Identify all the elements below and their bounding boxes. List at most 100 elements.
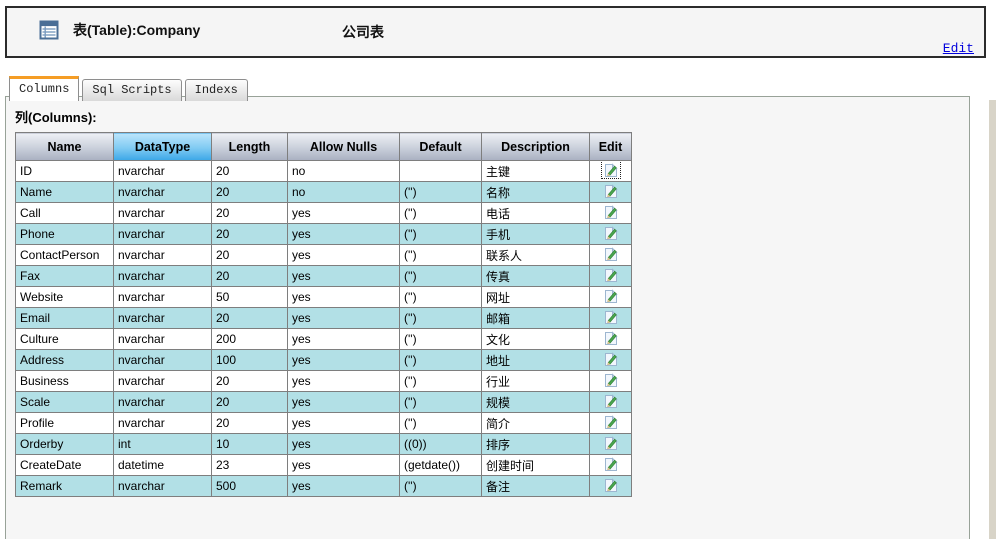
- cell-allow_nulls: yes: [287, 370, 400, 392]
- tab-strip: Columns Sql Scripts Indexs: [9, 76, 248, 101]
- table-row: Website nvarchar 50 yes ('') 网址: [15, 286, 632, 308]
- column-header-description: Description: [481, 132, 590, 161]
- cell-description: 名称: [481, 181, 590, 203]
- column-header-edit: Edit: [589, 132, 632, 161]
- cell-name: Fax: [15, 265, 114, 287]
- cell-allow_nulls: no: [287, 181, 400, 203]
- edit-row-icon[interactable]: [602, 204, 620, 221]
- cell-name: Call: [15, 202, 114, 224]
- cell-datatype: nvarchar: [113, 370, 212, 392]
- cell-description: 创建时间: [481, 454, 590, 476]
- cell-length: 20: [211, 202, 288, 224]
- edit-row-icon[interactable]: [602, 288, 620, 305]
- edit-row-icon[interactable]: [602, 393, 620, 410]
- cell-datatype: nvarchar: [113, 475, 212, 497]
- cell-allow_nulls: yes: [287, 475, 400, 497]
- cell-length: 20: [211, 160, 288, 182]
- cell-default: (''): [399, 391, 482, 413]
- cell-allow_nulls: yes: [287, 286, 400, 308]
- edit-row-icon[interactable]: [602, 435, 620, 452]
- edit-row-icon[interactable]: [602, 330, 620, 347]
- table-description: 公司表: [342, 24, 384, 40]
- cell-default: (getdate()): [399, 454, 482, 476]
- edit-row-icon[interactable]: [602, 477, 620, 494]
- edit-cell: [589, 349, 632, 371]
- column-header-name: Name: [15, 132, 114, 161]
- edit-cell: [589, 223, 632, 245]
- cell-datatype: nvarchar: [113, 286, 212, 308]
- cell-description: 地址: [481, 349, 590, 371]
- cell-description: 规模: [481, 391, 590, 413]
- edit-cell: [589, 265, 632, 287]
- cell-allow_nulls: yes: [287, 223, 400, 245]
- edit-cell: [589, 286, 632, 308]
- edit-cell: [589, 244, 632, 266]
- table-row: ContactPerson nvarchar 20 yes ('') 联系人: [15, 244, 632, 266]
- table-row: Remark nvarchar 500 yes ('') 备注: [15, 475, 632, 497]
- table-row: Name nvarchar 20 no ('') 名称: [15, 181, 632, 203]
- cell-description: 行业: [481, 370, 590, 392]
- cell-length: 20: [211, 391, 288, 413]
- cell-default: (''): [399, 328, 482, 350]
- cell-length: 100: [211, 349, 288, 371]
- table-row: Phone nvarchar 20 yes ('') 手机: [15, 223, 632, 245]
- cell-default: (''): [399, 202, 482, 224]
- edit-row-icon[interactable]: [602, 351, 620, 368]
- column-headers-row: Name DataType Length Allow Nulls Default Desc…: [15, 132, 632, 161]
- edit-row-icon[interactable]: [602, 372, 620, 389]
- page-title: 表(Table):Company: [73, 22, 201, 38]
- cell-name: Address: [15, 349, 114, 371]
- cell-datatype: nvarchar: [113, 412, 212, 434]
- tab-sql-scripts[interactable]: Sql Scripts: [82, 79, 182, 101]
- edit-cell: [589, 160, 632, 182]
- table-row: Address nvarchar 100 yes ('') 地址: [15, 349, 632, 371]
- cell-description: 联系人: [481, 244, 590, 266]
- edit-row-icon[interactable]: [600, 161, 621, 179]
- cell-length: 500: [211, 475, 288, 497]
- edit-row-icon[interactable]: [602, 267, 620, 284]
- cell-default: (''): [399, 223, 482, 245]
- tab-columns[interactable]: Columns: [9, 76, 80, 101]
- table-row: Orderby int 10 yes ((0)) 排序: [15, 433, 632, 455]
- edit-row-icon[interactable]: [602, 309, 620, 326]
- column-header-length: Length: [211, 132, 288, 161]
- cell-datatype: datetime: [113, 454, 212, 476]
- cell-allow_nulls: no: [287, 160, 400, 182]
- cell-name: Business: [15, 370, 114, 392]
- cell-name: Website: [15, 286, 114, 308]
- cell-name: Profile: [15, 412, 114, 434]
- cell-datatype: nvarchar: [113, 223, 212, 245]
- table-row: Email nvarchar 20 yes ('') 邮箱: [15, 307, 632, 329]
- cell-length: 20: [211, 244, 288, 266]
- cell-datatype: nvarchar: [113, 307, 212, 329]
- columns-table-body: ID nvarchar 20 no 主键 Name nvarchar 20 no ('') 名称 Ca…: [15, 160, 632, 497]
- cell-description: 主键: [481, 160, 590, 182]
- cell-length: 20: [211, 307, 288, 329]
- edit-cell: [589, 412, 632, 434]
- cell-datatype: nvarchar: [113, 328, 212, 350]
- cell-default: (''): [399, 475, 482, 497]
- cell-default: ((0)): [399, 433, 482, 455]
- columns-table: Name DataType Length Allow Nulls Default Desc…: [15, 132, 632, 497]
- cell-allow_nulls: yes: [287, 265, 400, 287]
- column-header-allow-nulls: Allow Nulls: [287, 132, 400, 161]
- edit-row-icon[interactable]: [602, 183, 620, 200]
- edit-row-icon[interactable]: [602, 246, 620, 263]
- cell-description: 传真: [481, 265, 590, 287]
- cell-datatype: int: [113, 433, 212, 455]
- cell-description: 邮箱: [481, 307, 590, 329]
- edit-cell: [589, 370, 632, 392]
- cell-allow_nulls: yes: [287, 412, 400, 434]
- cell-allow_nulls: yes: [287, 391, 400, 413]
- window-edge-strip: [989, 100, 996, 539]
- cell-datatype: nvarchar: [113, 202, 212, 224]
- columns-section-label: 列(Columns):: [15, 110, 97, 125]
- edit-row-icon[interactable]: [602, 414, 620, 431]
- cell-description: 简介: [481, 412, 590, 434]
- cell-description: 网址: [481, 286, 590, 308]
- tab-indexs[interactable]: Indexs: [184, 79, 248, 101]
- table-icon: [39, 20, 59, 40]
- edit-row-icon[interactable]: [602, 456, 620, 473]
- edit-table-link[interactable]: Edit: [943, 41, 974, 56]
- edit-row-icon[interactable]: [602, 225, 620, 242]
